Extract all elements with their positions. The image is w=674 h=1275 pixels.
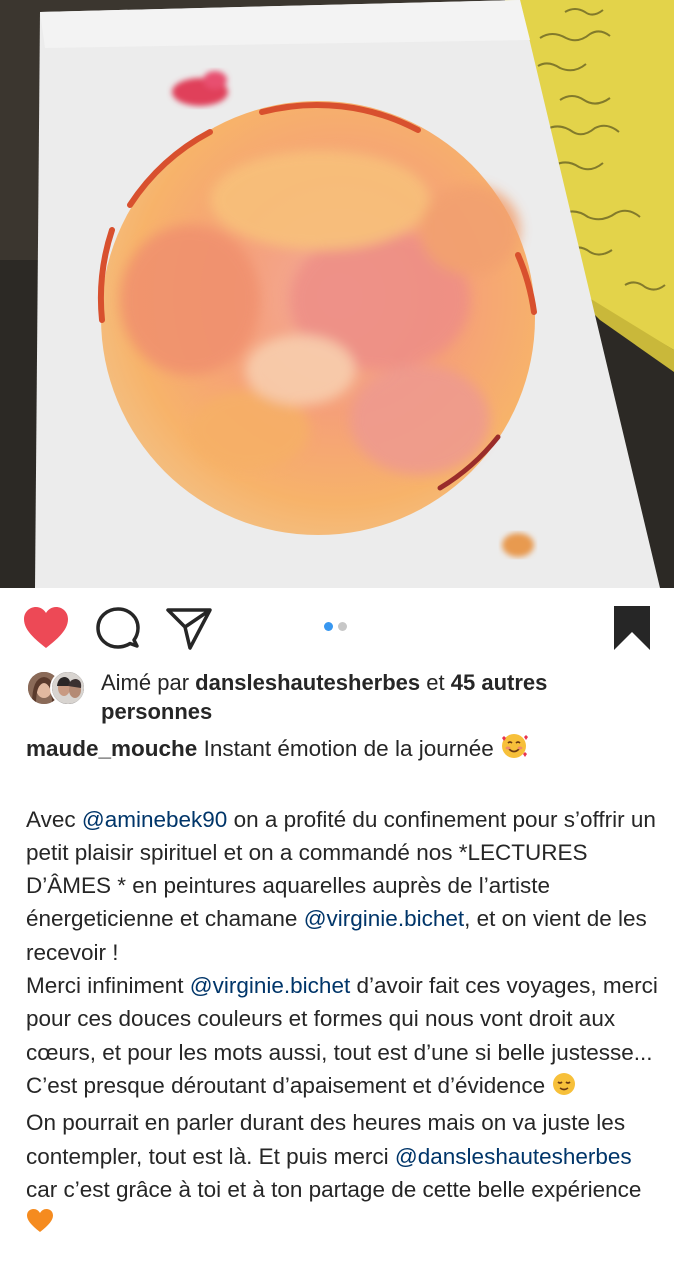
share-button[interactable] — [165, 606, 213, 650]
caption-paragraph-2: Merci infiniment @virginie.bichet d’avoi… — [26, 969, 658, 1106]
likes-connector: et — [426, 670, 445, 695]
caption-text: Merci infiniment — [26, 973, 190, 999]
likes-summary[interactable]: Aimé par dansleshautesherbes et 45 autre… — [26, 668, 656, 726]
avatar — [50, 670, 86, 706]
caption-paragraph-3: On pourrait en parler durant des heures … — [26, 1106, 658, 1243]
caption-username[interactable]: maude_mouche — [26, 736, 197, 761]
heart-icon — [24, 607, 68, 648]
carousel-dot-active — [324, 622, 333, 631]
carousel-dot — [338, 622, 347, 631]
mention-link[interactable]: @virginie.bichet — [190, 973, 350, 998]
likes-prefix: Aimé par — [101, 670, 190, 695]
action-bar — [0, 588, 674, 666]
caption-text: Avec — [26, 806, 82, 832]
caption-headline: maude_mouche Instant émotion de la journ… — [26, 732, 658, 769]
post-caption: maude_mouche Instant émotion de la journ… — [26, 732, 658, 1243]
caption-text: car c’est grâce à toi et à ton partage d… — [26, 1176, 642, 1202]
liker-username[interactable]: dansleshautesherbes — [195, 670, 420, 695]
caption-paragraph-1: Avec @aminebek90 on a profité du confine… — [26, 803, 658, 969]
mention-link[interactable]: @virginie.bichet — [304, 906, 464, 931]
post-image[interactable] — [0, 0, 674, 588]
comment-icon — [96, 607, 140, 649]
caption-spacer — [26, 769, 658, 802]
orange-heart-icon — [26, 1208, 54, 1243]
like-button[interactable] — [22, 606, 70, 650]
liker-avatars — [26, 670, 90, 706]
likes-text: Aimé par dansleshautesherbes et 45 autre… — [26, 668, 656, 726]
relieved-face-icon — [551, 1071, 577, 1106]
paper-plane-icon — [166, 608, 212, 650]
save-button[interactable] — [610, 604, 654, 652]
watercolor-painting — [0, 0, 674, 588]
caption-title: Instant émotion de la journée — [203, 736, 494, 761]
carousel-indicator — [324, 622, 347, 632]
bookmark-icon — [614, 606, 650, 650]
comment-button[interactable] — [95, 606, 141, 650]
mention-link[interactable]: @aminebek90 — [82, 807, 227, 832]
smiling-face-with-hearts-icon — [500, 732, 529, 769]
mention-link[interactable]: @dansleshautesherbes — [395, 1144, 632, 1169]
